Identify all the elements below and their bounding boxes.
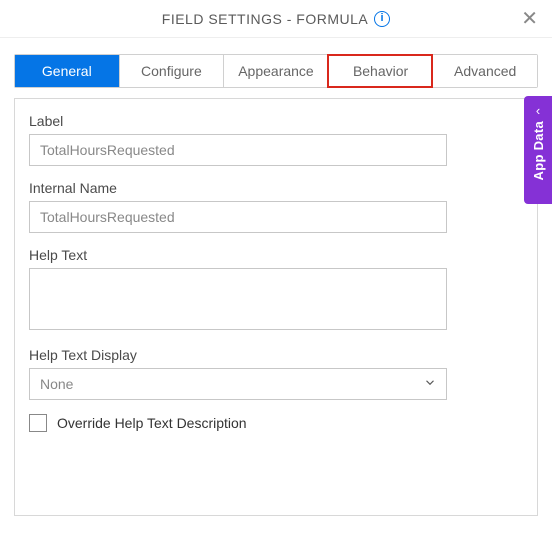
tab-bar: General Configure Appearance Behavior Ad… [14, 54, 538, 88]
override-label: Override Help Text Description [57, 415, 247, 431]
tab-general[interactable]: General [15, 55, 119, 87]
help-text-label: Help Text [29, 247, 523, 263]
label-input[interactable] [29, 134, 447, 166]
field-row-help-text: Help Text [29, 247, 523, 333]
label-label: Label [29, 113, 523, 129]
help-text-display-select-wrap: None [29, 368, 447, 400]
help-text-input[interactable] [29, 268, 447, 330]
tab-configure[interactable]: Configure [119, 55, 224, 87]
dialog-title: FIELD SETTINGS - FORMULA [162, 11, 368, 27]
field-row-internal-name: Internal Name [29, 180, 523, 233]
tab-advanced[interactable]: Advanced [432, 55, 537, 87]
field-row-help-text-display: Help Text Display None [29, 347, 523, 400]
help-text-display-select[interactable]: None [29, 368, 447, 400]
override-checkbox[interactable] [29, 414, 47, 432]
side-tab-app-data[interactable]: ‹ App Data [524, 96, 552, 204]
close-icon[interactable]: ✕ [521, 9, 538, 29]
chevron-left-icon: ‹ [536, 104, 540, 117]
tab-behavior[interactable]: Behavior [328, 55, 433, 87]
override-row: Override Help Text Description [29, 414, 523, 432]
tab-panel-general: Label Internal Name Help Text Help Text … [14, 98, 538, 516]
field-row-label: Label [29, 113, 523, 166]
info-icon[interactable]: i [374, 11, 390, 27]
tab-appearance[interactable]: Appearance [223, 55, 328, 87]
side-tab-label: App Data [531, 121, 546, 180]
internal-name-label: Internal Name [29, 180, 523, 196]
dialog-header: FIELD SETTINGS - FORMULA i ✕ [0, 0, 552, 38]
dialog-title-wrap: FIELD SETTINGS - FORMULA i [162, 11, 390, 27]
help-text-display-label: Help Text Display [29, 347, 523, 363]
internal-name-input[interactable] [29, 201, 447, 233]
